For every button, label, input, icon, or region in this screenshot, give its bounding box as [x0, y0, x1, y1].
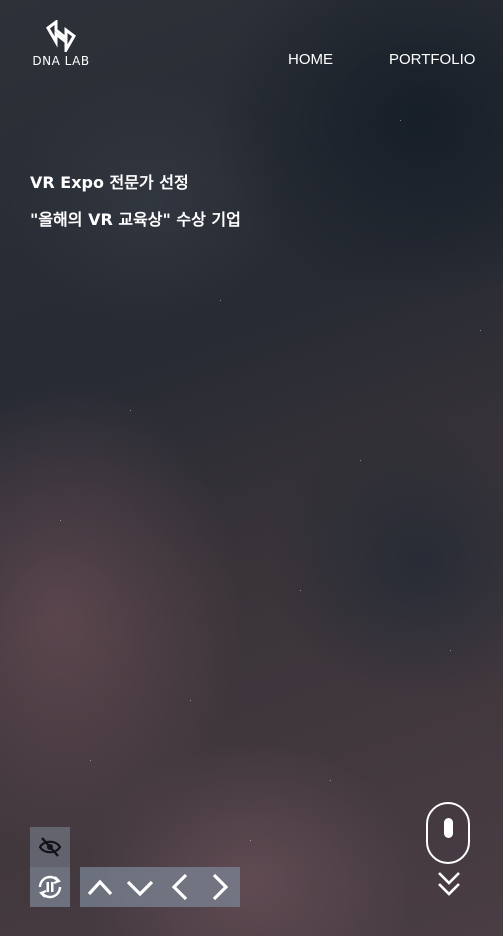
star — [250, 840, 251, 841]
hero-headline-line2: "올해의 VR 교육상" 수상 기업 — [30, 210, 241, 229]
star — [330, 780, 331, 781]
arrow-up-button[interactable] — [80, 867, 120, 907]
star — [450, 650, 451, 651]
star — [400, 120, 401, 121]
chevron-right-icon — [212, 873, 229, 901]
double-chevron-down-icon[interactable] — [436, 870, 462, 898]
star — [220, 300, 221, 301]
star — [300, 590, 301, 591]
pause-rotate-icon — [38, 875, 62, 899]
logo[interactable]: DNA LAB — [30, 20, 92, 72]
pause-rotation-button[interactable] — [30, 867, 70, 907]
star — [480, 330, 481, 331]
camera-arrow-controls — [80, 867, 240, 907]
arrow-left-button[interactable] — [160, 867, 200, 907]
chevron-down-icon — [126, 880, 154, 897]
chevron-up-icon — [87, 879, 113, 896]
background-space-image — [0, 0, 503, 936]
star — [360, 460, 361, 461]
logo-text: DNA LAB — [32, 54, 90, 68]
arrow-right-button[interactable] — [200, 867, 240, 907]
mouse-wheel — [444, 818, 453, 838]
arrow-down-button[interactable] — [120, 867, 160, 907]
chevron-left-icon — [171, 873, 188, 901]
nav-link-portfolio[interactable]: PORTFOLIO — [389, 51, 475, 68]
eye-off-icon — [38, 837, 62, 857]
star — [130, 410, 131, 411]
hero-headline-line1: VR Expo 전문가 선정 — [30, 173, 189, 192]
star — [190, 700, 191, 701]
star — [90, 760, 91, 761]
toggle-visibility-button[interactable] — [30, 827, 70, 867]
mouse-icon — [426, 802, 470, 864]
dna-lab-logo-icon — [46, 20, 76, 52]
star — [60, 520, 61, 521]
nav-link-home[interactable]: HOME — [288, 51, 333, 68]
